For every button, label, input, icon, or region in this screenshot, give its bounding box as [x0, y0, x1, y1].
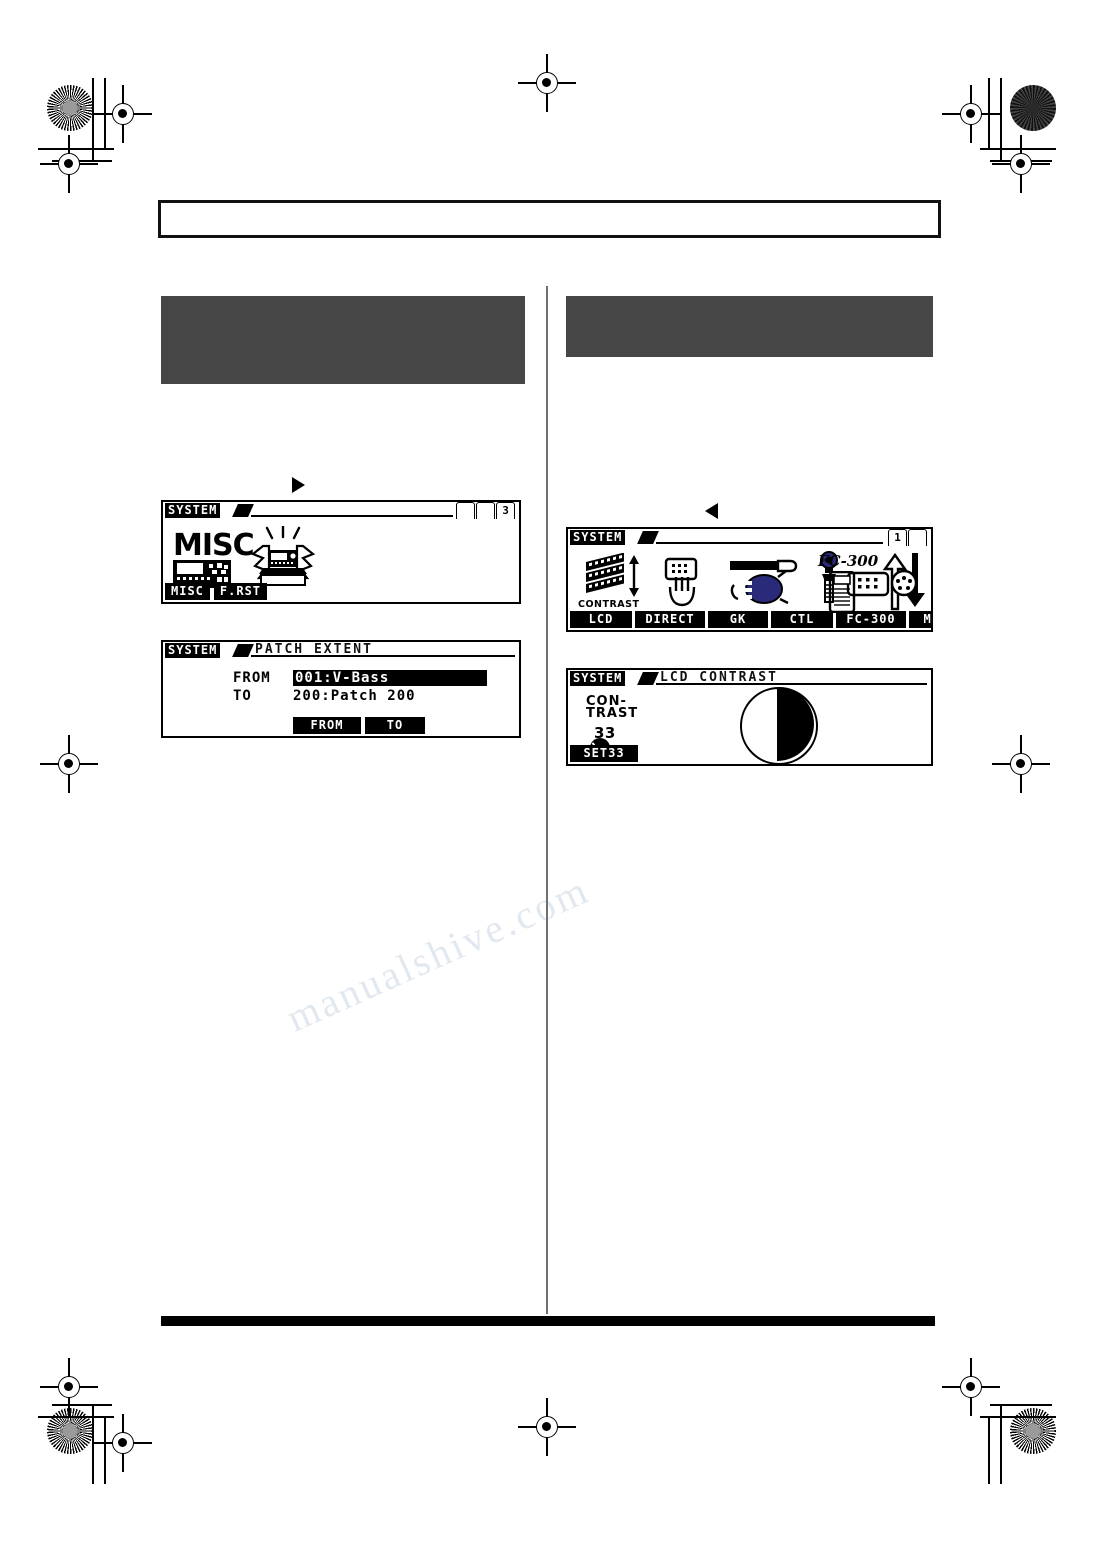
lcd3-page-tab-2[interactable]	[908, 529, 927, 546]
lcd2-row-from-value[interactable]: 001:V-Bass	[293, 670, 487, 686]
lcd1-softkey-frst[interactable]: F.RST	[213, 583, 268, 600]
lcd3-softkey-gk[interactable]: GK	[708, 611, 768, 628]
lcd2-softkey-from[interactable]: FROM	[293, 717, 361, 734]
lcd3-softkey-lcd[interactable]: LCD	[570, 611, 632, 628]
column-divider	[546, 286, 548, 1314]
right-column-flow-arrow-icon	[705, 503, 718, 519]
lcd3-softkey-fc300[interactable]: FC-300	[836, 611, 906, 628]
lcd4-title-text: SYSTEM	[570, 671, 626, 686]
registration-mark-top-left-b	[40, 135, 98, 193]
lcd2-title-text: SYSTEM	[165, 643, 221, 658]
registration-mark-mid-right	[992, 735, 1050, 793]
gk-pickup-icon[interactable]	[728, 555, 800, 609]
registration-mark-top-left-a	[94, 85, 152, 143]
left-section-heading-redaction	[161, 296, 525, 384]
lcd4-softkey-set[interactable]: SET33	[570, 745, 638, 762]
lcd1-title-text: SYSTEM	[165, 503, 221, 518]
lcd3-titlebar: SYSTEM	[568, 529, 931, 546]
lcd3-page-tabs: 1	[887, 529, 927, 546]
registration-mark-mid-left	[40, 735, 98, 793]
lcd3-softkey-direct[interactable]: DIRECT	[635, 611, 705, 628]
page-footer-bar	[161, 1316, 935, 1326]
registration-mark-top-right-a	[942, 85, 1000, 143]
lcd-contrast-screen: SYSTEM LCD CONTRAST CON- TRAST 33 SET33	[566, 668, 933, 766]
lcd3-title-text: SYSTEM	[570, 530, 626, 545]
lcd2-softkeys: FROM TO	[293, 717, 425, 734]
lcd1-softkeys: MISC F.RST	[165, 583, 268, 600]
lcd3-page-tab-1[interactable]: 1	[888, 529, 907, 546]
starburst-mark-bottom-right	[1010, 1408, 1056, 1454]
registration-mark-bottom-center	[518, 1398, 576, 1456]
lcd1-page-tab-3[interactable]: 3	[496, 502, 515, 519]
watermark-text: manualshive.com	[279, 866, 597, 1041]
registration-mark-bottom-left-b	[94, 1414, 152, 1472]
registration-mark-bottom-left-a	[40, 1358, 98, 1416]
lcd2-softkey-to[interactable]: TO	[365, 717, 425, 734]
page-header-box	[158, 200, 941, 238]
starburst-mark-top-left	[47, 85, 93, 131]
lcd-contrast-icon-caption: CONTRAST	[578, 599, 640, 610]
flashing-device-icon	[241, 524, 325, 590]
fc-300-pedal-icon[interactable]	[824, 570, 860, 614]
lcd1-page-tabs: 3	[455, 502, 515, 519]
lcd2-row-to-label: TO	[233, 688, 252, 704]
lcd3-softkeys: LCD DIRECT GK CTL FC-300 MIDI	[570, 611, 931, 628]
lcd3-softkey-midi[interactable]: MIDI	[909, 611, 931, 628]
registration-mark-top-center	[518, 54, 576, 112]
lcd4-softkeys: SET33	[570, 745, 638, 762]
lcd2-titlebar: SYSTEM PATCH EXTENT	[163, 642, 519, 659]
starburst-mark-top-right	[1010, 85, 1056, 131]
registration-mark-top-right-b	[992, 135, 1050, 193]
lcd3-softkey-ctl[interactable]: CTL	[771, 611, 833, 628]
fc-300-wordmark: FC-300	[818, 552, 879, 570]
lcd2-row-from-label: FROM	[233, 670, 271, 686]
lcd1-page-tab-1[interactable]	[456, 502, 475, 519]
right-section-heading-redaction	[566, 296, 933, 357]
lcd-system-menu-screen: SYSTEM 1 CONTRAST FC-300 LCD DIRECT GK C…	[566, 527, 933, 632]
lcd1-softkey-misc[interactable]: MISC	[165, 583, 210, 600]
left-column-flow-arrow-icon	[292, 477, 305, 493]
lcd1-page-tab-2[interactable]	[476, 502, 495, 519]
registration-mark-bottom-right-a	[942, 1358, 1000, 1416]
midi-arrows-icon[interactable]	[880, 551, 931, 611]
starburst-mark-bottom-left	[47, 1408, 93, 1454]
lcd2-row-to-value[interactable]: 200:Patch 200	[293, 688, 416, 704]
lcd4-titlebar: SYSTEM LCD CONTRAST	[568, 670, 931, 687]
lcd-misc-screen: SYSTEM 3 MISC MISC F.RST	[161, 500, 521, 604]
direct-hand-icon[interactable]	[656, 557, 708, 609]
lcd-patch-extent-screen: SYSTEM PATCH EXTENT FROM 001:V-Bass TO 2…	[161, 640, 521, 738]
lcd4-param-label-line2: TRAST	[586, 706, 639, 721]
